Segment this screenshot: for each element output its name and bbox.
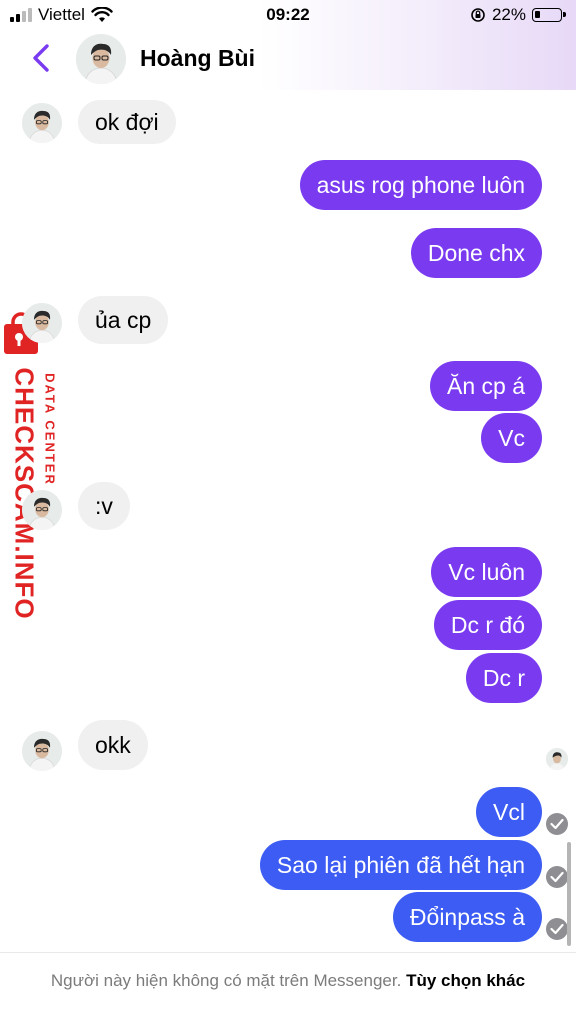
incoming-message[interactable]: :v [78,482,130,530]
sender-avatar[interactable] [22,103,62,143]
chevron-left-icon[interactable] [28,42,54,74]
more-options-link[interactable]: Tùy chọn khác [406,971,525,990]
contact-name[interactable]: Hoàng Bùi [140,45,255,72]
sender-avatar[interactable] [22,490,62,530]
footer-notice: Người này hiện không có mặt trên Messeng… [40,969,536,993]
footer-bar: Người này hiện không có mặt trên Messeng… [0,952,576,1025]
outgoing-message[interactable]: Dc r đó [433,600,542,650]
outgoing-message[interactable]: asus rog phone luôn [299,160,542,210]
offline-notice: Người này hiện không có mặt trên Messeng… [50,971,402,990]
outgoing-message[interactable]: Vc [481,413,542,463]
delivered-check-icon [546,813,568,835]
outgoing-message[interactable]: Đổinpass à [392,892,542,942]
outgoing-message[interactable]: Vcl [476,787,542,837]
scrollbar[interactable] [567,842,571,946]
battery-icon [532,8,566,22]
orientation-lock-icon [471,8,485,22]
incoming-message[interactable]: ok đợi [78,100,176,144]
status-right: 22% [470,5,566,25]
incoming-message[interactable]: okk [78,720,148,770]
delivered-check-icon [546,918,568,940]
outgoing-message[interactable]: Dc r [465,653,542,703]
outgoing-message[interactable]: Vc luôn [431,547,542,597]
battery-fill [535,11,540,18]
contact-avatar[interactable] [76,34,126,84]
battery-percent: 22% [491,5,526,24]
seen-avatar [546,748,568,770]
outgoing-message[interactable]: Sao lại phiên đã hết hạn [259,840,542,890]
delivered-check-icon [546,866,568,888]
watermark: DATA CENTER CHECKSCAM.INFO [4,310,64,620]
status-bar: Viettel 09:22 22% [0,0,576,32]
sender-avatar[interactable] [22,303,62,343]
outgoing-message[interactable]: Ăn cp á [430,361,542,411]
sender-avatar[interactable] [22,731,62,771]
incoming-message[interactable]: ủa cp [78,296,169,344]
outgoing-message[interactable]: Done chx [410,228,542,278]
